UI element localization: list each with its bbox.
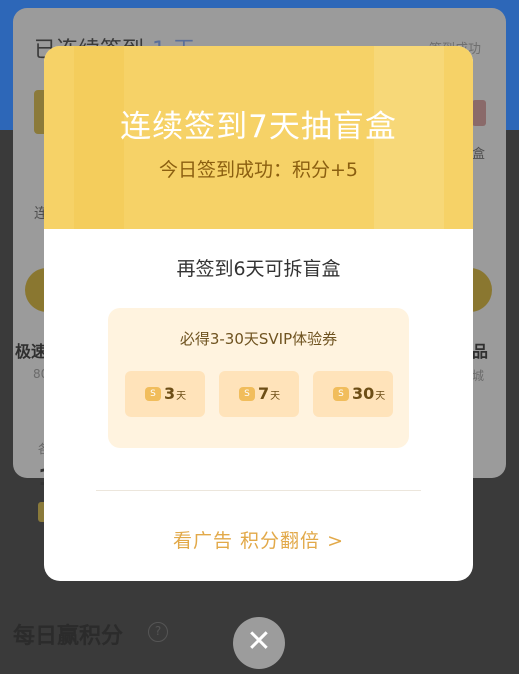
coupon-3-days: S 3天 bbox=[125, 371, 205, 417]
coupon-value: 30天 bbox=[352, 384, 385, 403]
modal-subtitle: 今日签到成功：积分+5 bbox=[158, 159, 358, 181]
coupon-unit: 天 bbox=[176, 391, 187, 402]
coupon-title: 必得3-30天SVIP体验券 bbox=[179, 330, 338, 348]
coupon-number: 30 bbox=[352, 384, 375, 403]
feature-right-sub: 城 bbox=[472, 369, 485, 383]
close-button[interactable]: ✕ bbox=[233, 617, 285, 669]
coupon-panel: 必得3-30天SVIP体验券 S 3天 S 7天 S 30天 bbox=[108, 308, 409, 448]
close-icon: ✕ bbox=[246, 624, 272, 659]
feature-left-label: 极速 bbox=[15, 342, 48, 361]
reward-label: 盒 bbox=[472, 147, 486, 162]
coupon-value: 3天 bbox=[164, 384, 186, 403]
modal-body-text: 再签到6天可拆盲盒 bbox=[176, 258, 341, 280]
feature-right-label: 品 bbox=[472, 342, 489, 361]
svip-icon: S bbox=[239, 387, 255, 401]
coupon-number: 7 bbox=[258, 384, 270, 403]
coupon-value: 7天 bbox=[258, 384, 280, 403]
section-title: 每日赢积分 bbox=[13, 624, 124, 649]
help-icon[interactable]: ? bbox=[148, 622, 168, 642]
modal-title: 连续签到7天抽盲盒 bbox=[120, 109, 397, 145]
coupon-unit: 天 bbox=[375, 391, 386, 402]
watch-ad-double-points-link[interactable]: 看广告 积分翻倍 > bbox=[44, 526, 473, 553]
checkin-modal: 连续签到7天抽盲盒 今日签到成功：积分+5 再签到6天可拆盲盒 必得3-30天S… bbox=[44, 46, 473, 581]
coupon-unit: 天 bbox=[270, 391, 281, 402]
coupon-number: 3 bbox=[164, 384, 176, 403]
reward-tile bbox=[472, 100, 486, 126]
divider bbox=[96, 490, 421, 491]
svip-icon: S bbox=[333, 387, 349, 401]
modal-header: 连续签到7天抽盲盒 今日签到成功：积分+5 bbox=[44, 46, 473, 229]
coupon-7-days: S 7天 bbox=[219, 371, 299, 417]
coupon-30-days: S 30天 bbox=[313, 371, 393, 417]
svip-icon: S bbox=[145, 387, 161, 401]
